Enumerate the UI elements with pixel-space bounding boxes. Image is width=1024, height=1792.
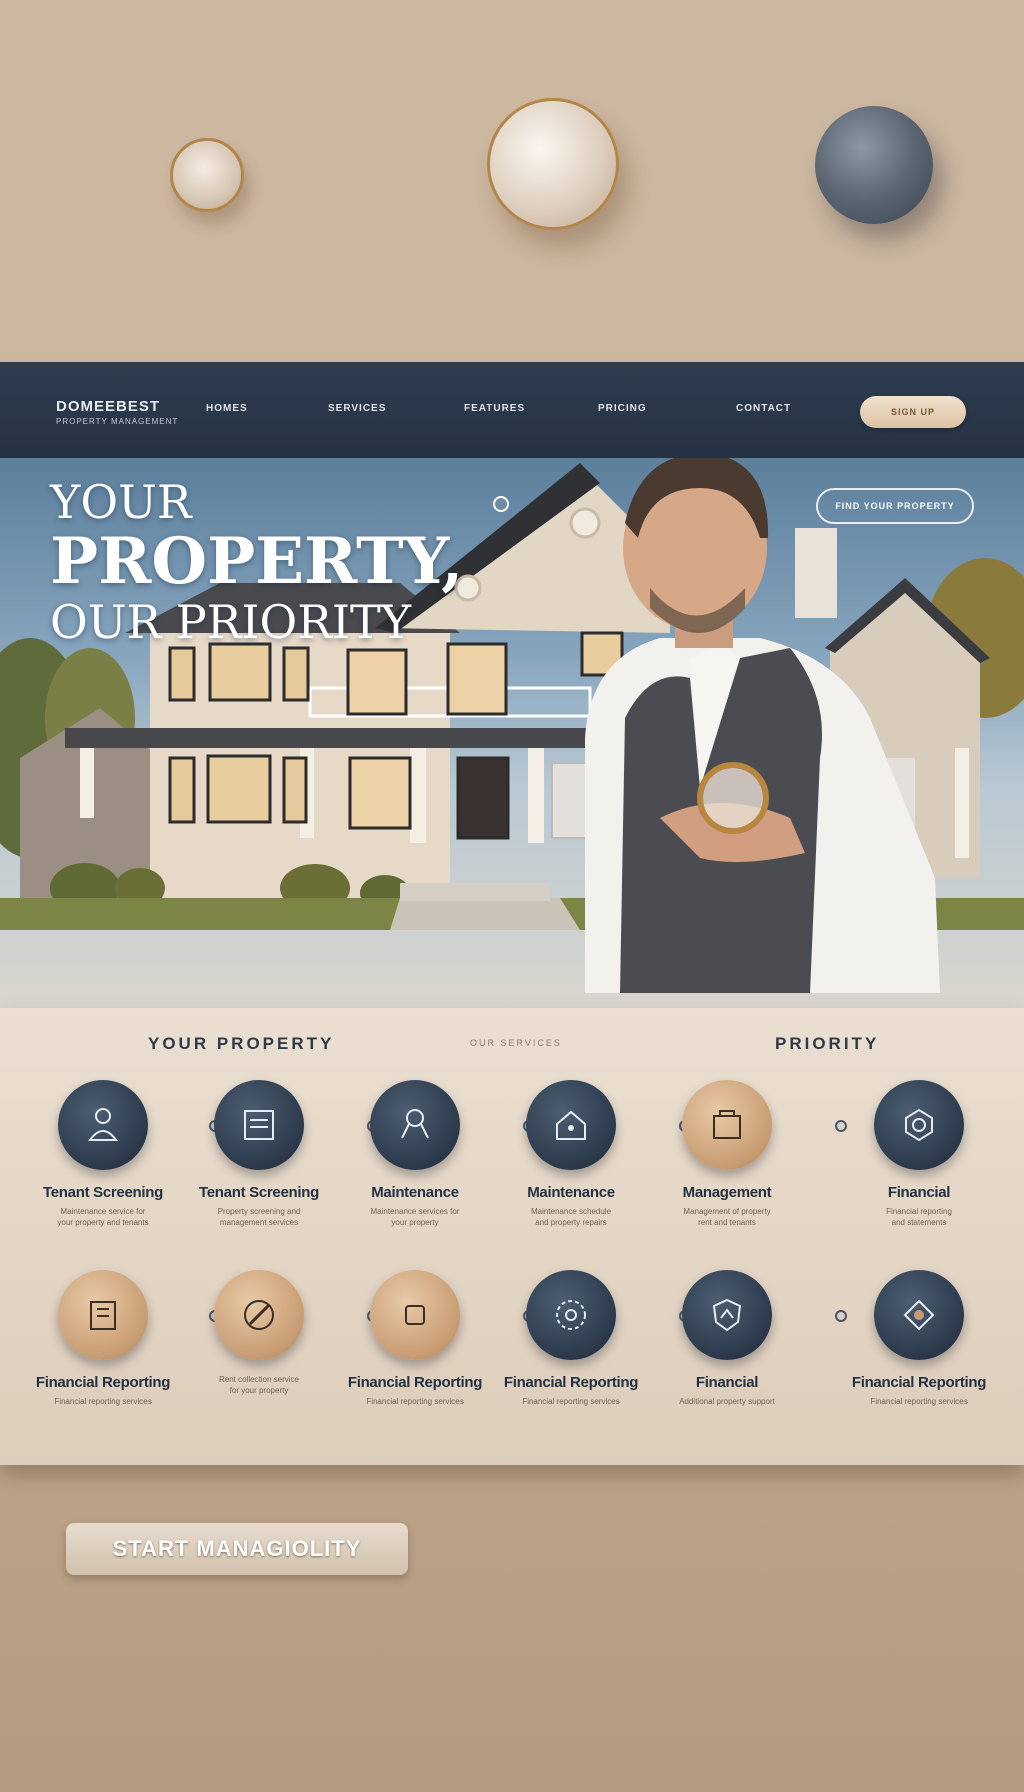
service-desc: Financial reporting services <box>366 1397 464 1406</box>
wrench-icon <box>370 1080 460 1170</box>
site-logo[interactable]: DOMEEBEST PROPERTY MANAGEMENT <box>56 398 178 426</box>
logo-main-text: DOMEEBEST <box>56 398 161 415</box>
service-card[interactable]: Financial Reporting Financial reporting … <box>340 1270 490 1407</box>
service-card[interactable]: Financial Reporting Financial reporting … <box>496 1270 646 1407</box>
logo-sub-text: PROPERTY MANAGEMENT <box>56 417 179 426</box>
nav-link-features[interactable]: FEATURES <box>464 403 525 414</box>
service-card[interactable]: Maintenance Maintenance schedule and prop… <box>496 1080 646 1228</box>
service-card[interactable]: Financial Financial reporting and stateme… <box>844 1080 994 1228</box>
service-desc: Financial reporting services <box>870 1397 968 1406</box>
gear-icon <box>874 1080 964 1170</box>
service-desc: Rent collection service for your property <box>218 1375 300 1395</box>
service-card[interactable]: Financial Reporting Financial reporting … <box>844 1270 994 1407</box>
service-title: Financial <box>887 1184 951 1201</box>
service-card[interactable]: Rent collection service for your property <box>184 1270 334 1396</box>
service-desc: Financial reporting and statements <box>886 1207 952 1227</box>
decorative-orb-small <box>170 138 244 212</box>
service-desc: Maintenance services for your property <box>370 1207 460 1227</box>
building-icon <box>58 1270 148 1360</box>
services-panel: YOUR PROPERTY OUR SERVICES PRIORITY Tena… <box>0 1008 1024 1465</box>
hero-title: YOUR PROPERTY, OUR PRIORITY <box>50 476 463 648</box>
services-heading-mid: OUR SERVICES <box>470 1038 562 1048</box>
service-title: Financial Reporting <box>851 1374 987 1391</box>
shield-icon <box>682 1270 772 1360</box>
hero-title-line3: OUR PRIORITY <box>50 595 412 649</box>
service-desc: Property screening and management service… <box>217 1207 301 1227</box>
hero-indicator-dot <box>493 496 509 512</box>
service-card[interactable]: Management Management of property rent an… <box>652 1080 802 1228</box>
ring-icon <box>526 1270 616 1360</box>
service-card[interactable]: Tenant Screening Maintenance service for… <box>28 1080 178 1228</box>
decorative-orb-large <box>487 98 619 230</box>
service-desc: Maintenance schedule and property repairs <box>530 1207 612 1227</box>
service-card[interactable]: Financial Additional property support <box>652 1270 802 1407</box>
document-icon <box>214 1080 304 1170</box>
folder-icon <box>682 1080 772 1170</box>
signup-button[interactable]: SIGN UP <box>860 396 966 428</box>
service-title: Tenant Screening <box>43 1184 163 1201</box>
home-icon <box>526 1080 616 1170</box>
service-title: Tenant Screening <box>199 1184 319 1201</box>
decorative-orb-dark <box>815 106 933 224</box>
service-title: Financial Reporting <box>347 1374 483 1391</box>
service-desc: Maintenance service for your property and… <box>57 1207 149 1227</box>
services-heading-right: PRIORITY <box>775 1034 880 1053</box>
start-managing-button[interactable]: START MANAGIOLITY <box>66 1523 408 1575</box>
service-title: Maintenance <box>527 1184 615 1201</box>
nav-link-contact[interactable]: CONTACT <box>736 403 791 414</box>
hero-title-line1: YOUR <box>50 475 192 529</box>
diamond-icon <box>874 1270 964 1360</box>
service-desc: Management of property rent and tenants <box>683 1207 771 1227</box>
service-desc: Financial reporting services <box>522 1397 620 1406</box>
service-card[interactable]: Tenant Screening Property screening and m… <box>184 1080 334 1228</box>
find-property-button[interactable]: FIND YOUR PROPERTY <box>816 488 974 524</box>
service-card[interactable]: Financial Reporting Financial reporting … <box>28 1270 178 1407</box>
hero-section: YOUR PROPERTY, OUR PRIORITY FIND YOUR PR… <box>0 458 1024 1008</box>
hero-title-line2: PROPERTY, <box>50 524 464 599</box>
service-title: Maintenance <box>371 1184 459 1201</box>
service-title: Financial Reporting <box>503 1374 639 1391</box>
service-title: Financial <box>695 1374 759 1391</box>
service-desc: Additional property support <box>679 1397 775 1406</box>
nav-link-homes[interactable]: HOMES <box>206 403 248 414</box>
pen-icon <box>214 1270 304 1360</box>
person-icon <box>58 1080 148 1170</box>
services-heading-left: YOUR PROPERTY <box>148 1034 335 1053</box>
service-title: Financial Reporting <box>35 1374 171 1391</box>
nav-link-services[interactable]: SERVICES <box>328 403 386 414</box>
service-desc: Financial reporting services <box>54 1397 152 1406</box>
service-title: Management <box>682 1184 772 1201</box>
service-card[interactable]: Maintenance Maintenance services for your… <box>340 1080 490 1228</box>
nav-link-pricing[interactable]: PRICING <box>598 403 647 414</box>
square-icon <box>370 1270 460 1360</box>
